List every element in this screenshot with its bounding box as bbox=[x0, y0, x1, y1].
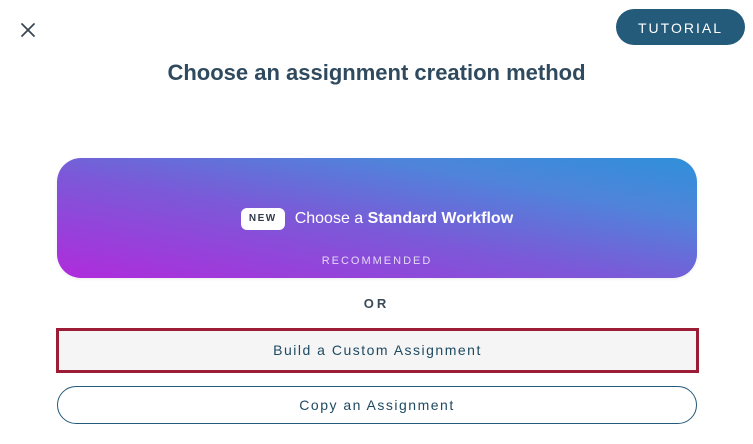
copy-assignment-button[interactable]: Copy an Assignment bbox=[57, 386, 697, 424]
or-divider: OR bbox=[363, 296, 390, 311]
workflow-label: Choose a Standard Workflow bbox=[295, 210, 513, 228]
assignment-creation-modal: TUTORIAL Choose an assignment creation m… bbox=[0, 0, 753, 444]
page-title: Choose an assignment creation method bbox=[167, 60, 586, 85]
new-badge: NEW bbox=[240, 208, 285, 230]
close-icon bbox=[21, 23, 35, 37]
recommended-label: RECOMMENDED bbox=[321, 255, 433, 267]
build-custom-assignment-button[interactable]: Build a Custom Assignment bbox=[56, 328, 699, 373]
workflow-label-prefix: Choose a bbox=[294, 210, 368, 227]
standard-workflow-card[interactable]: NEW Choose a Standard Workflow RECOMMENDE… bbox=[57, 158, 697, 278]
workflow-row: NEW Choose a Standard Workflow bbox=[57, 208, 697, 230]
tutorial-button[interactable]: TUTORIAL bbox=[616, 9, 745, 45]
workflow-label-emphasis: Standard Workflow bbox=[367, 210, 514, 227]
close-button[interactable] bbox=[16, 18, 40, 42]
